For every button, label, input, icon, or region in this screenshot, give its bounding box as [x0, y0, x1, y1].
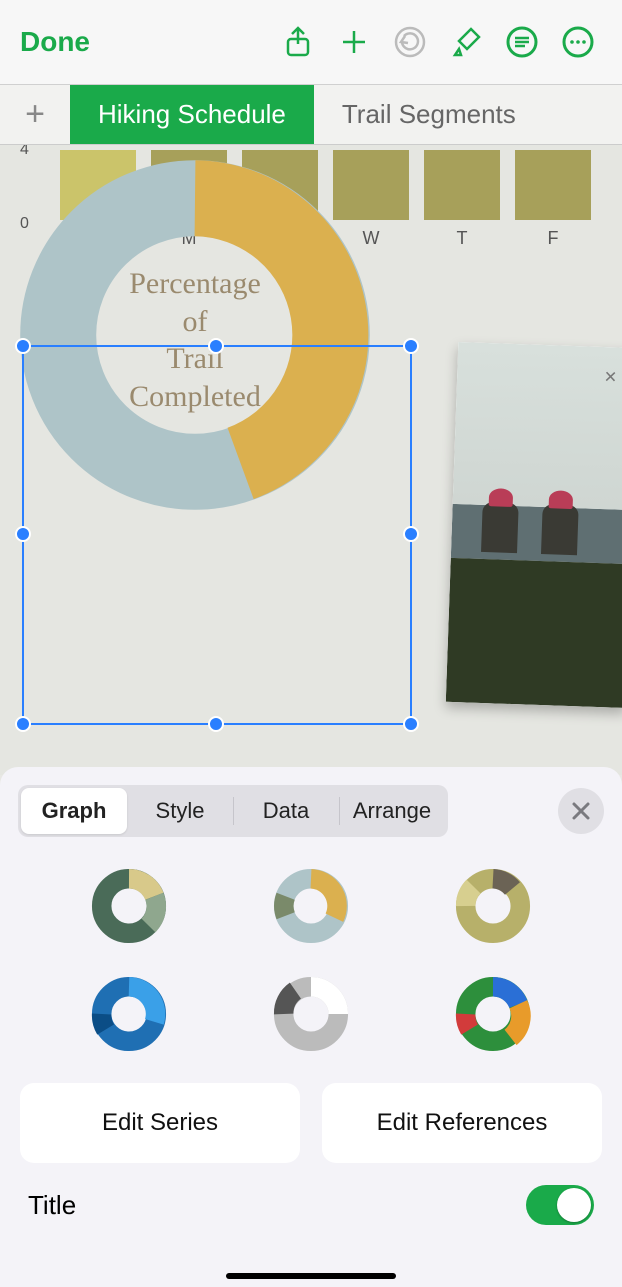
more-icon[interactable] — [554, 18, 602, 66]
bar — [515, 150, 591, 220]
resize-handle[interactable] — [208, 716, 224, 732]
plus-icon[interactable] — [330, 18, 378, 66]
tab-arrange[interactable]: Arrange — [339, 788, 445, 834]
tab-style[interactable]: Style — [127, 788, 233, 834]
undo-icon — [386, 18, 434, 66]
x-tick: F — [515, 228, 591, 249]
done-button[interactable]: Done — [20, 26, 90, 58]
sheet-tab-hiking[interactable]: Hiking Schedule — [70, 85, 314, 144]
resize-handle[interactable] — [15, 338, 31, 354]
chart-style-option[interactable] — [272, 975, 350, 1053]
selection-frame[interactable] — [22, 345, 412, 725]
chart-style-option[interactable] — [454, 867, 532, 945]
resize-handle[interactable] — [403, 338, 419, 354]
resize-handle[interactable] — [403, 526, 419, 542]
resize-handle[interactable] — [403, 716, 419, 732]
insert-icon[interactable] — [498, 18, 546, 66]
title-toggle[interactable] — [526, 1185, 594, 1225]
sheet-canvas[interactable]: 4 0 S M T W T F Percentage of Trail — [0, 145, 622, 775]
sheet-tab-bar: + Hiking Schedule Trail Segments — [0, 85, 622, 145]
chart-style-option[interactable] — [454, 975, 532, 1053]
format-panel: Graph Style Data Arrange Edit Series Edi… — [0, 767, 622, 1287]
add-sheet-button[interactable]: + — [0, 85, 70, 144]
sheet-tab-trail[interactable]: Trail Segments — [314, 85, 544, 144]
top-toolbar: Done — [0, 0, 622, 85]
tab-data[interactable]: Data — [233, 788, 339, 834]
edit-references-button[interactable]: Edit References — [322, 1083, 602, 1163]
edit-series-button[interactable]: Edit Series — [20, 1083, 300, 1163]
bird-icon: ✕ — [603, 367, 617, 387]
share-icon[interactable] — [274, 18, 322, 66]
home-indicator — [226, 1273, 396, 1279]
resize-handle[interactable] — [208, 338, 224, 354]
photo-object[interactable]: ✕ — [446, 342, 622, 708]
x-tick: T — [424, 228, 500, 249]
chart-style-grid — [18, 837, 604, 1083]
resize-handle[interactable] — [15, 716, 31, 732]
chart-style-option[interactable] — [272, 867, 350, 945]
tab-graph[interactable]: Graph — [21, 788, 127, 834]
chart-style-option[interactable] — [90, 867, 168, 945]
chart-style-option[interactable] — [90, 975, 168, 1053]
inspector-tabs: Graph Style Data Arrange — [18, 785, 448, 837]
bar — [424, 150, 500, 220]
resize-handle[interactable] — [15, 526, 31, 542]
title-label: Title — [28, 1190, 76, 1221]
format-brush-icon[interactable] — [442, 18, 490, 66]
close-icon[interactable] — [558, 788, 604, 834]
